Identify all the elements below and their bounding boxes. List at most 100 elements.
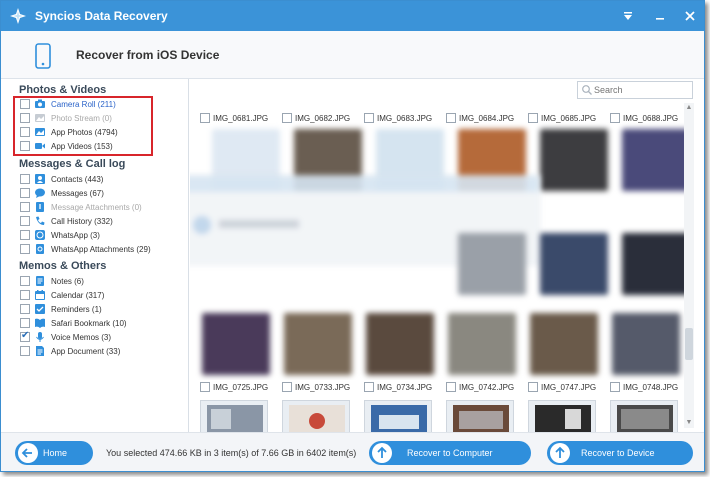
sidebar-item-reminders[interactable]: Reminders (1): [20, 303, 188, 316]
checkbox[interactable]: [20, 318, 30, 328]
thumbnail[interactable]: [448, 313, 516, 375]
checkbox[interactable]: [20, 230, 30, 240]
thumbnail[interactable]: [446, 400, 514, 434]
file-item[interactable]: IMG_0747.JPG: [528, 381, 608, 395]
sidebar-item-voice-memos[interactable]: Voice Memos (3): [20, 330, 188, 344]
sidebar-item-app-document[interactable]: App Document (33): [20, 345, 188, 358]
file-item[interactable]: IMG_0725.JPG: [200, 381, 280, 395]
thumbnail[interactable]: [540, 129, 608, 191]
thumbnail[interactable]: [364, 400, 432, 434]
sidebar-item-messages[interactable]: Messages (67): [20, 187, 188, 200]
thumbnail[interactable]: [540, 233, 608, 295]
file-item[interactable]: IMG_0748.JPG: [610, 381, 690, 395]
checkbox[interactable]: [20, 174, 30, 184]
thumbnail[interactable]: [284, 313, 352, 375]
checkbox[interactable]: [20, 244, 30, 254]
file-item[interactable]: IMG_0733.JPG: [282, 381, 362, 395]
checkbox[interactable]: [20, 202, 30, 212]
sidebar-item-label: WhatsApp (3): [51, 231, 100, 240]
scroll-thumb[interactable]: [685, 328, 693, 360]
blurred-thumbnails: [190, 115, 685, 380]
thumbnail[interactable]: [622, 233, 685, 295]
checkbox[interactable]: [610, 382, 620, 392]
file-name: IMG_0742.JPG: [459, 383, 515, 392]
app-window: Syncios Data Recovery Recover from iOS D…: [0, 0, 705, 472]
recover-to-device-button[interactable]: Recover to Device: [547, 441, 693, 465]
checkbox[interactable]: [528, 382, 538, 392]
checkbox[interactable]: [200, 382, 210, 392]
checkbox-checked[interactable]: [20, 330, 30, 342]
upload-arrow-icon: [372, 443, 392, 463]
sidebar-item-label: Calendar (317): [51, 291, 105, 300]
upload-arrow-icon: [550, 443, 570, 463]
checkbox[interactable]: [364, 382, 374, 392]
microphone-icon: [36, 332, 44, 342]
sidebar-item-contacts[interactable]: Contacts (443): [20, 173, 188, 186]
sidebar-item-safari-bookmark[interactable]: Safari Bookmark (10): [20, 317, 188, 330]
sidebar-item-whatsapp-attachments[interactable]: WhatsApp Attachments (29): [20, 243, 188, 256]
home-label: Home: [43, 448, 68, 458]
reminders-icon: [35, 304, 45, 314]
menu-icon[interactable]: [618, 7, 638, 25]
vertical-scrollbar[interactable]: ▲ ▼: [684, 103, 694, 428]
checkbox[interactable]: [20, 188, 30, 198]
home-button[interactable]: Home: [15, 441, 93, 465]
document-icon: [36, 346, 44, 356]
thumbnail[interactable]: [530, 313, 598, 375]
calendar-icon: [35, 290, 45, 300]
file-item[interactable]: IMG_0734.JPG: [364, 381, 444, 395]
file-name: IMG_0725.JPG: [213, 383, 269, 392]
thumbnail[interactable]: [612, 313, 680, 375]
scroll-up-icon[interactable]: ▲: [684, 103, 694, 113]
file-item[interactable]: IMG_0742.JPG: [446, 381, 526, 395]
checkbox[interactable]: [446, 382, 456, 392]
sidebar-item-label: Voice Memos (3): [51, 333, 112, 342]
search-box[interactable]: [577, 81, 693, 99]
whatsapp-attachment-icon: [36, 244, 44, 254]
search-input[interactable]: [594, 83, 690, 97]
phone-call-icon: [36, 216, 45, 225]
thumbnail[interactable]: [458, 233, 526, 295]
footer-bar: Home You selected 474.66 KB in 3 item(s)…: [1, 432, 704, 471]
scroll-down-icon[interactable]: ▼: [684, 418, 694, 428]
checkbox[interactable]: [20, 216, 30, 226]
title-bar: Syncios Data Recovery: [1, 1, 704, 31]
thumbnail[interactable]: [366, 313, 434, 375]
phone-icon: [35, 43, 51, 69]
checkbox[interactable]: [20, 304, 30, 314]
file-grid-panel: IMG_0681.JPG IMG_0682.JPG IMG_0683.JPG I…: [190, 79, 704, 434]
sidebar-item-message-attachments[interactable]: Message Attachments (0): [20, 201, 188, 214]
thumbnail[interactable]: [282, 400, 350, 434]
thumbnail[interactable]: [202, 313, 270, 375]
sidebar-item-notes[interactable]: Notes (6): [20, 275, 188, 288]
recover-to-computer-button[interactable]: Recover to Computer: [369, 441, 531, 465]
minimize-icon[interactable]: [650, 7, 670, 25]
messages-icon: [35, 188, 45, 198]
highlight-box: [13, 96, 153, 156]
checkbox[interactable]: [282, 382, 292, 392]
section-title-photos: Photos & Videos: [19, 84, 107, 96]
attachment-icon: [36, 202, 44, 212]
thumbnail[interactable]: [622, 129, 685, 191]
app-title: Syncios Data Recovery: [35, 9, 168, 23]
file-name: IMG_0734.JPG: [377, 383, 433, 392]
thumbnail[interactable]: [610, 400, 678, 434]
section-title-messages: Messages & Call log: [19, 158, 126, 170]
sidebar-item-label: Notes (6): [51, 277, 84, 286]
page-title: Recover from iOS Device: [76, 48, 220, 62]
contacts-icon: [35, 174, 45, 184]
sidebar-item-call-history[interactable]: Call History (332): [20, 215, 188, 228]
checkbox[interactable]: [20, 346, 30, 356]
thumbnail[interactable]: [200, 400, 268, 434]
checkbox[interactable]: [20, 276, 30, 286]
thumbnail[interactable]: [528, 400, 596, 434]
selection-status: You selected 474.66 KB in 3 item(s) of 7…: [106, 448, 357, 458]
sidebar-item-whatsapp[interactable]: WhatsApp (3): [20, 229, 188, 242]
sidebar-item-calendar[interactable]: Calendar (317): [20, 289, 188, 302]
close-icon[interactable]: [680, 7, 700, 25]
checkbox[interactable]: [20, 290, 30, 300]
recover-device-label: Recover to Device: [581, 448, 655, 458]
recover-computer-label: Recover to Computer: [407, 448, 493, 458]
sidebar-item-label: App Document (33): [51, 347, 121, 356]
dialog-text: [219, 220, 299, 228]
